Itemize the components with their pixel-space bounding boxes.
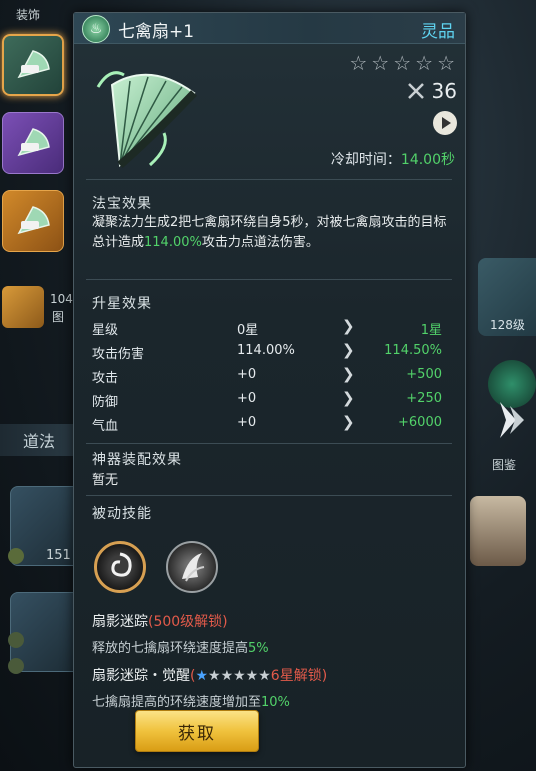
upgrade-section-title: 升星效果 xyxy=(92,296,152,312)
row-current: 114.00% xyxy=(237,343,295,358)
fan-icon xyxy=(17,206,50,235)
swirl-icon xyxy=(111,552,132,577)
crossed-swords-icon xyxy=(407,83,424,99)
skill-1-desc: 释放的七擒扇环绕速度提高 xyxy=(92,641,249,656)
table-row: 攻击 +0 ❯ +500 xyxy=(92,365,452,389)
divider xyxy=(86,495,452,496)
row-current: +0 xyxy=(237,415,257,430)
chevron-right-icon: ❯ xyxy=(342,413,355,431)
star-icon: ★★★★★ xyxy=(208,668,271,684)
cooldown-value: 14.00秒 xyxy=(400,152,455,168)
skill-2-name-line: 扇影迷踪・觉醒(★★★★★★6星解锁) xyxy=(92,665,327,685)
skill-2-desc-line: 七擒扇提高的环绕速度增加至10% xyxy=(92,691,290,710)
fan-icon xyxy=(17,128,50,157)
skill-1-name-line: 扇影迷踪(500级解锁) xyxy=(92,611,228,631)
item-title: 七禽扇+1 xyxy=(118,22,195,42)
fan-artwork xyxy=(96,71,197,169)
star-icon: ☆ xyxy=(437,51,455,75)
table-row: 星级 0星 ❯ 1星 xyxy=(92,317,452,341)
chevron-right-icon: ❯ xyxy=(342,389,355,407)
left-card-text-a: 104 xyxy=(50,292,73,306)
skill-2-desc: 七擒扇提高的环绕速度增加至 xyxy=(92,695,262,710)
effect-percent: 114.00% xyxy=(144,235,202,250)
chevron-right-icon: ❯ xyxy=(342,317,355,335)
equip-slot-fan-purple[interactable] xyxy=(2,112,64,174)
panel-header: ♨ 七禽扇+1 灵品 xyxy=(74,13,465,44)
row-label: 星级 xyxy=(92,323,119,338)
tab-daofa-label: 道法 xyxy=(22,432,55,451)
heart-icon xyxy=(8,632,24,648)
upgrade-table: 星级 0星 ❯ 1星 攻击伤害 114.00% ❯ 114.50% 攻击 +0 … xyxy=(92,317,452,437)
cooldown-label: 冷却时间： xyxy=(330,152,401,168)
equip-slot-fan-orange[interactable] xyxy=(2,190,64,252)
right-level-text: 128级 xyxy=(490,318,525,332)
divider xyxy=(86,279,452,280)
cooldown-line: 冷却时间：14.00秒 xyxy=(331,149,455,169)
power-value-group: 36 xyxy=(406,79,457,103)
passive-section-title: 被动技能 xyxy=(92,506,152,522)
effect-description: 凝聚法力生成2把七禽扇环绕自身5秒，对被七禽扇攻击的目标总计造成114.00%攻… xyxy=(92,213,448,253)
skill-1-percent: 5% xyxy=(248,641,269,656)
row-current: +0 xyxy=(237,391,257,406)
artifact-value: 暂无 xyxy=(92,473,119,488)
skill-2-lock: 6星解锁) xyxy=(270,668,328,684)
decoration-header: 装饰 xyxy=(16,8,41,22)
row-next: +500 xyxy=(406,367,442,382)
skill-2-name: 扇影迷踪・觉醒 xyxy=(92,668,190,684)
left-card-text-b: 图 xyxy=(52,310,65,324)
table-row: 防御 +0 ❯ +250 xyxy=(92,389,452,413)
power-value: 36 xyxy=(431,79,457,103)
status-dot-icon xyxy=(8,548,24,564)
row-label: 攻击 xyxy=(92,371,119,386)
atlas-icon xyxy=(500,402,524,438)
get-button[interactable]: 获取 xyxy=(135,710,259,752)
chevron-right-icon: ❯ xyxy=(342,341,355,359)
star-icon: ☆ xyxy=(415,51,434,75)
item-quality: 灵品 xyxy=(421,22,455,42)
effect-text-b: 攻击力点道法伤害。 xyxy=(201,235,319,250)
table-row: 气血 +0 ❯ +6000 xyxy=(92,413,452,437)
item-detail-panel: ♨ 七禽扇+1 灵品 ☆ ☆ ☆ ☆ ☆ 36 冷却时间：14.00秒 法宝效果… xyxy=(73,12,466,768)
atlas-label: 图鉴 xyxy=(492,458,517,472)
character-avatar[interactable] xyxy=(470,496,526,566)
divider xyxy=(86,443,452,444)
star-icon: ☆ xyxy=(349,51,368,75)
status-dot-icon xyxy=(8,658,24,674)
table-row: 攻击伤害 114.00% ❯ 114.50% xyxy=(92,341,452,365)
row-next: +6000 xyxy=(398,415,442,430)
divider xyxy=(86,179,452,180)
left-count: 151 xyxy=(46,548,71,563)
passive-skill-2-icon[interactable] xyxy=(166,541,218,593)
row-next: 1星 xyxy=(420,323,442,338)
skill-1-lock: (500级解锁) xyxy=(148,614,228,630)
row-current: 0星 xyxy=(237,323,259,338)
artifact-section-title: 神器装配效果 xyxy=(92,452,182,468)
chevron-right-icon: ❯ xyxy=(342,365,355,383)
passive-skill-1-icon[interactable] xyxy=(94,541,146,593)
star-icon: ★ xyxy=(195,668,209,684)
skill-2-percent: 10% xyxy=(261,695,290,710)
atlas-button[interactable] xyxy=(480,392,536,448)
row-next: +250 xyxy=(406,391,442,406)
scroll-item-icon[interactable] xyxy=(2,286,44,328)
play-preview-button[interactable] xyxy=(433,111,457,135)
row-label: 防御 xyxy=(92,395,119,410)
star-icon: ☆ xyxy=(371,51,390,75)
skill-1-name: 扇影迷踪 xyxy=(92,614,148,630)
equip-slot-fan-selected[interactable] xyxy=(2,34,64,96)
star-icon: ☆ xyxy=(393,51,412,75)
effect-section-title: 法宝效果 xyxy=(92,196,152,212)
star-rating: ☆ ☆ ☆ ☆ ☆ xyxy=(349,53,455,73)
skill-1-desc-line: 释放的七擒扇环绕速度提高5% xyxy=(92,637,269,656)
item-type-icon: ♨ xyxy=(82,15,110,43)
tab-daofa[interactable]: 道法 xyxy=(0,424,78,456)
fan-icon xyxy=(17,50,50,79)
row-next: 114.50% xyxy=(384,343,442,358)
row-current: +0 xyxy=(237,367,257,382)
claw-icon xyxy=(182,553,205,582)
get-button-label: 获取 xyxy=(178,723,216,744)
row-label: 攻击伤害 xyxy=(92,347,145,362)
row-label: 气血 xyxy=(92,419,119,434)
